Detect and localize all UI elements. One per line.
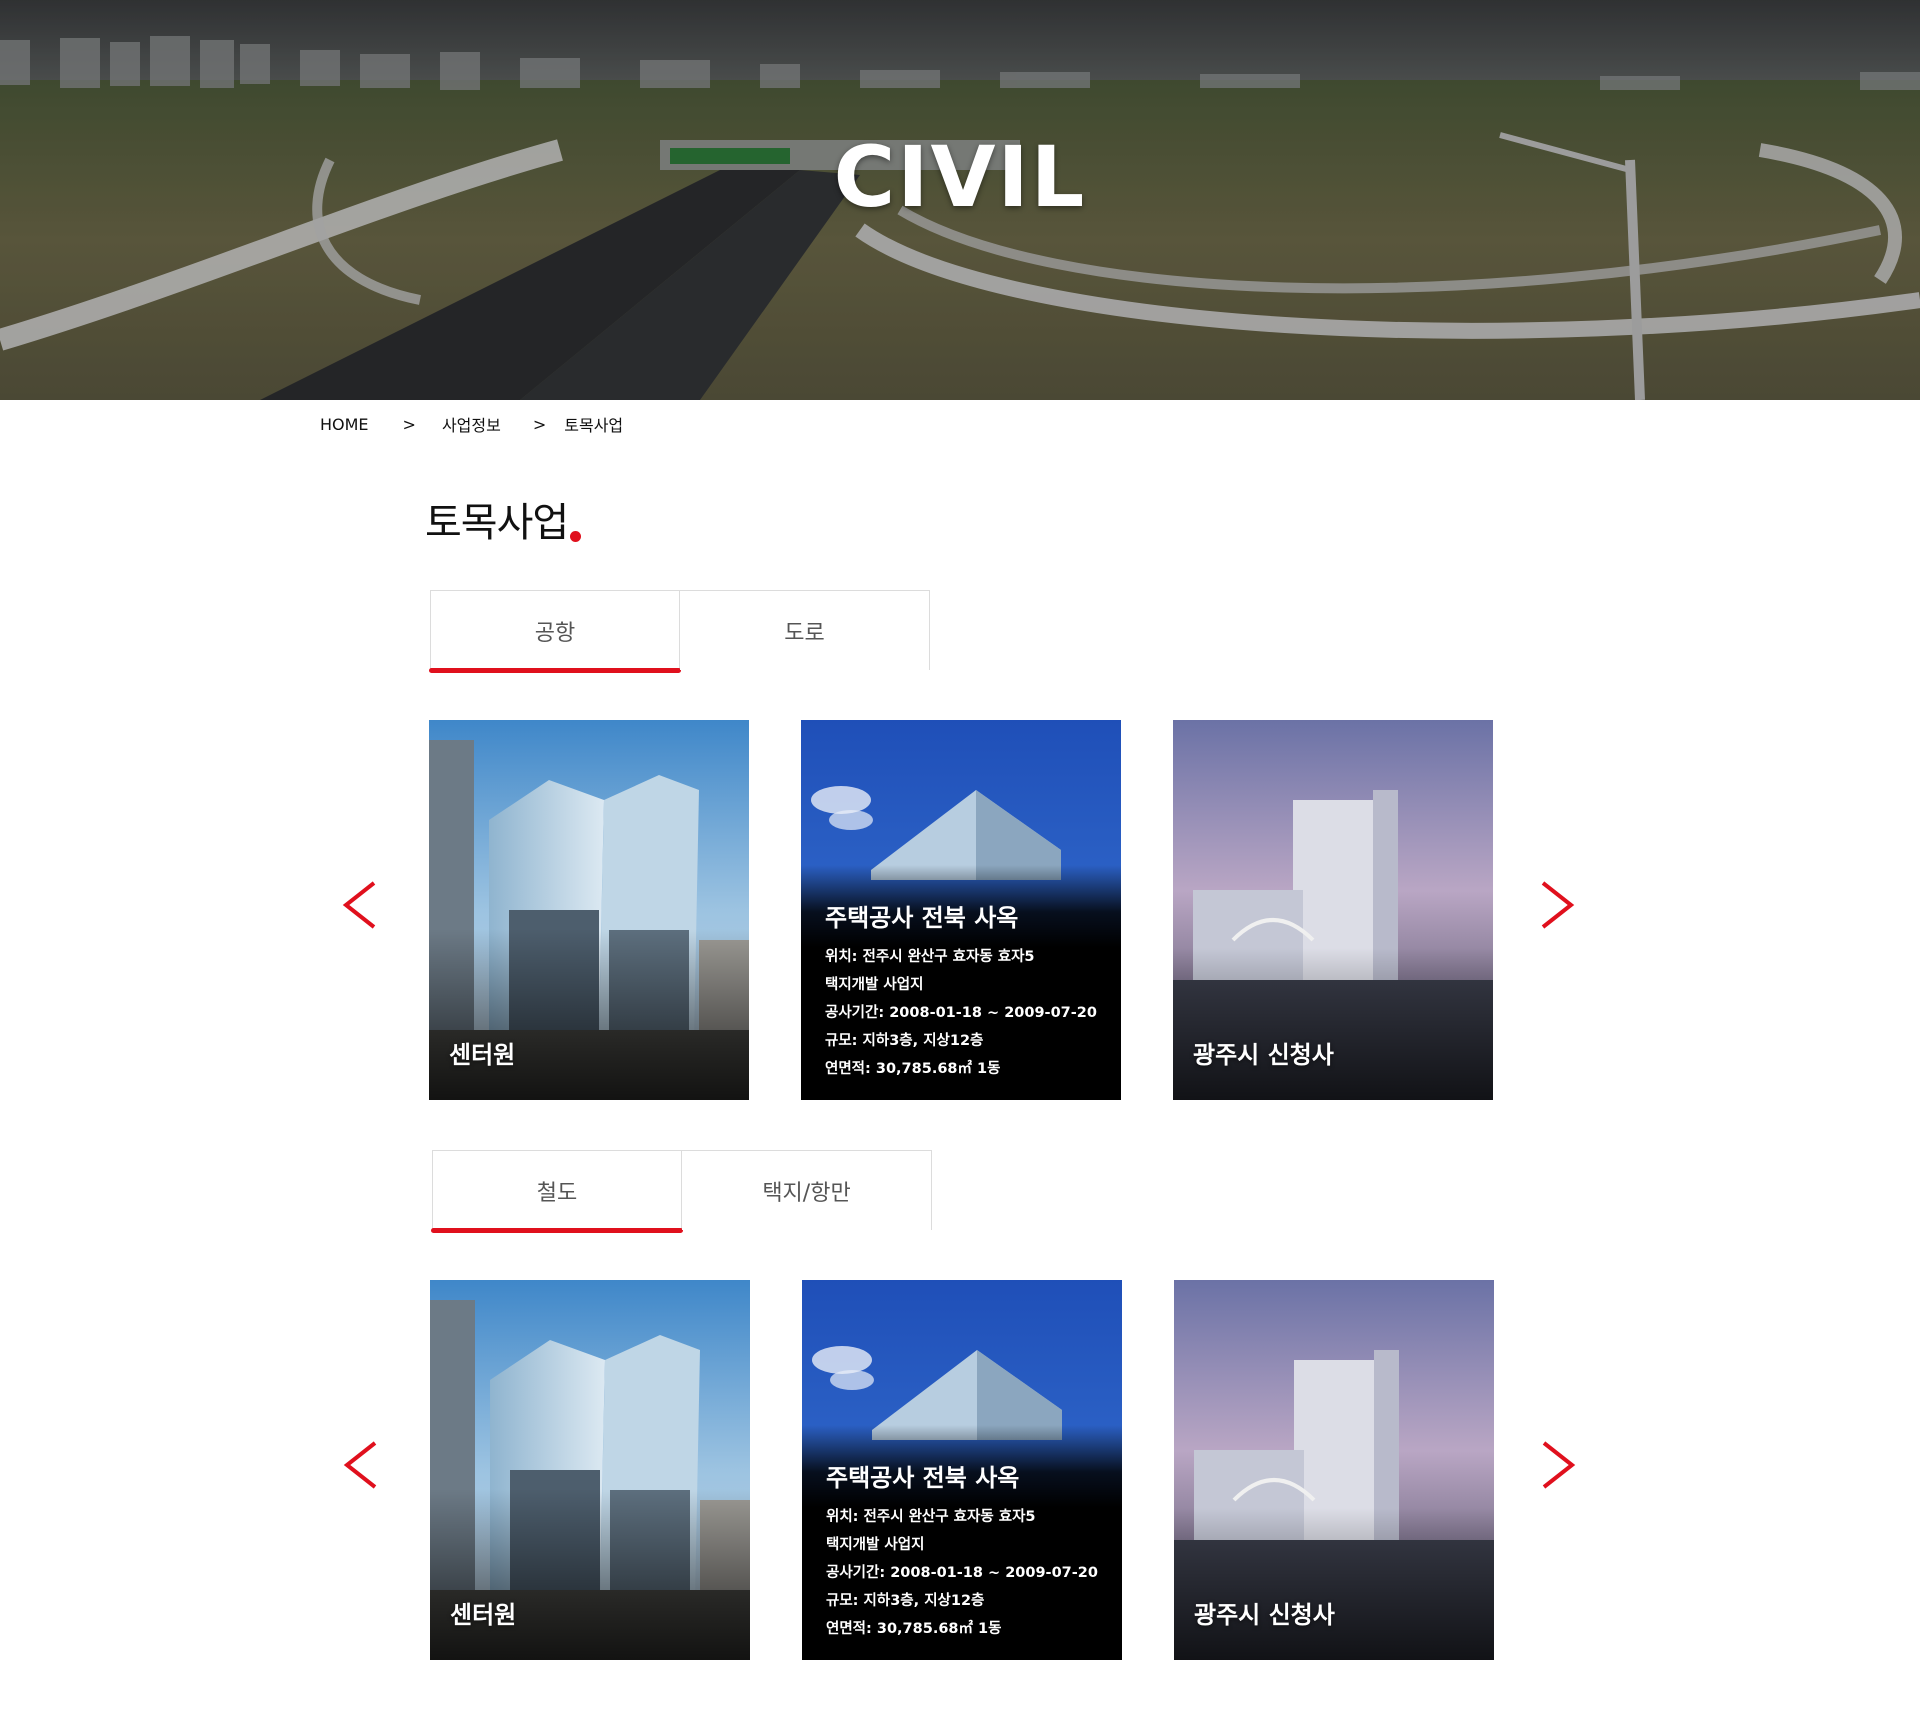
hero-title: CIVIL bbox=[833, 128, 1087, 226]
tab-land-harbor[interactable]: 택지/항만 bbox=[682, 1150, 932, 1230]
project-card[interactable]: 주택공사 전북 사옥 위치: 전주시 완산구 효자동 효자5 택지개발 사업지 … bbox=[801, 720, 1121, 1100]
card-detail-scale: 규모: 지하3층, 지상12층 bbox=[825, 1033, 984, 1049]
project-card[interactable]: 광주시 신청사 bbox=[1173, 720, 1493, 1100]
breadcrumb-home[interactable]: HOME bbox=[320, 415, 369, 434]
card-detail-site: 택지개발 사업지 bbox=[826, 1537, 925, 1553]
card-title: 광주시 신청사 bbox=[1193, 1041, 1334, 1069]
project-card[interactable]: 주택공사 전북 사옥 위치: 전주시 완산구 효자동 효자5 택지개발 사업지 … bbox=[802, 1280, 1122, 1660]
tab-railway[interactable]: 철도 bbox=[431, 1150, 683, 1233]
breadcrumb: HOME > 사업정보 > 토목사업 bbox=[320, 412, 623, 436]
chevron-right-icon bbox=[1542, 1441, 1576, 1489]
breadcrumb-separator: > bbox=[532, 414, 547, 434]
card-title: 주택공사 전북 사옥 bbox=[825, 904, 1019, 932]
card-title: 센터원 bbox=[449, 1041, 516, 1069]
card-title: 광주시 신청사 bbox=[1194, 1601, 1335, 1629]
next-arrow[interactable] bbox=[1534, 1435, 1578, 1495]
card-detail-location: 위치: 전주시 완산구 효자동 효자5 bbox=[826, 1509, 1036, 1525]
hero-banner: CIVIL bbox=[0, 0, 1920, 400]
project-card[interactable]: 센터원 bbox=[430, 1280, 750, 1660]
card-detail-location: 위치: 전주시 완산구 효자동 효자5 bbox=[825, 949, 1035, 965]
chevron-left-icon bbox=[342, 881, 376, 929]
tab-road[interactable]: 도로 bbox=[680, 590, 930, 670]
tab-airport[interactable]: 공항 bbox=[429, 590, 681, 673]
card-detail-period: 공사기간: 2008-01-18 ~ 2009-07-20 bbox=[826, 1565, 1098, 1581]
breadcrumb-separator: > bbox=[402, 414, 416, 434]
card-title: 주택공사 전북 사옥 bbox=[826, 1464, 1020, 1492]
card-detail-period: 공사기간: 2008-01-18 ~ 2009-07-20 bbox=[825, 1005, 1097, 1021]
breadcrumb-civil-business[interactable]: 토목사업 bbox=[564, 412, 623, 436]
page-title-text: 토목사업 bbox=[425, 500, 569, 546]
card-details: 위치: 전주시 완산구 효자동 효자5 택지개발 사업지 공사기간: 2008-… bbox=[825, 943, 1097, 1083]
card-detail-scale: 규모: 지하3층, 지상12층 bbox=[826, 1593, 985, 1609]
card-title: 센터원 bbox=[450, 1601, 517, 1629]
card-detail-site: 택지개발 사업지 bbox=[825, 977, 924, 993]
card-details: 위치: 전주시 완산구 효자동 효자5 택지개발 사업지 공사기간: 2008-… bbox=[826, 1503, 1098, 1643]
title-accent-dot bbox=[570, 531, 582, 542]
next-arrow[interactable] bbox=[1533, 875, 1577, 935]
project-card[interactable]: 광주시 신청사 bbox=[1174, 1280, 1494, 1660]
page-title: 토목사업 bbox=[425, 490, 582, 548]
category-tabs: 철도 택지/항만 bbox=[431, 1150, 932, 1233]
chevron-right-icon bbox=[1541, 881, 1575, 929]
chevron-left-icon bbox=[343, 1441, 377, 1489]
breadcrumb-business-info[interactable]: 사업정보 bbox=[442, 412, 501, 436]
prev-arrow[interactable] bbox=[341, 1435, 385, 1495]
prev-arrow[interactable] bbox=[340, 875, 384, 935]
card-detail-area: 연면적: 30,785.68㎡ 1동 bbox=[826, 1621, 1002, 1637]
card-detail-area: 연면적: 30,785.68㎡ 1동 bbox=[825, 1061, 1001, 1077]
category-tabs: 공항 도로 bbox=[429, 590, 930, 673]
project-card[interactable]: 센터원 bbox=[429, 720, 749, 1100]
